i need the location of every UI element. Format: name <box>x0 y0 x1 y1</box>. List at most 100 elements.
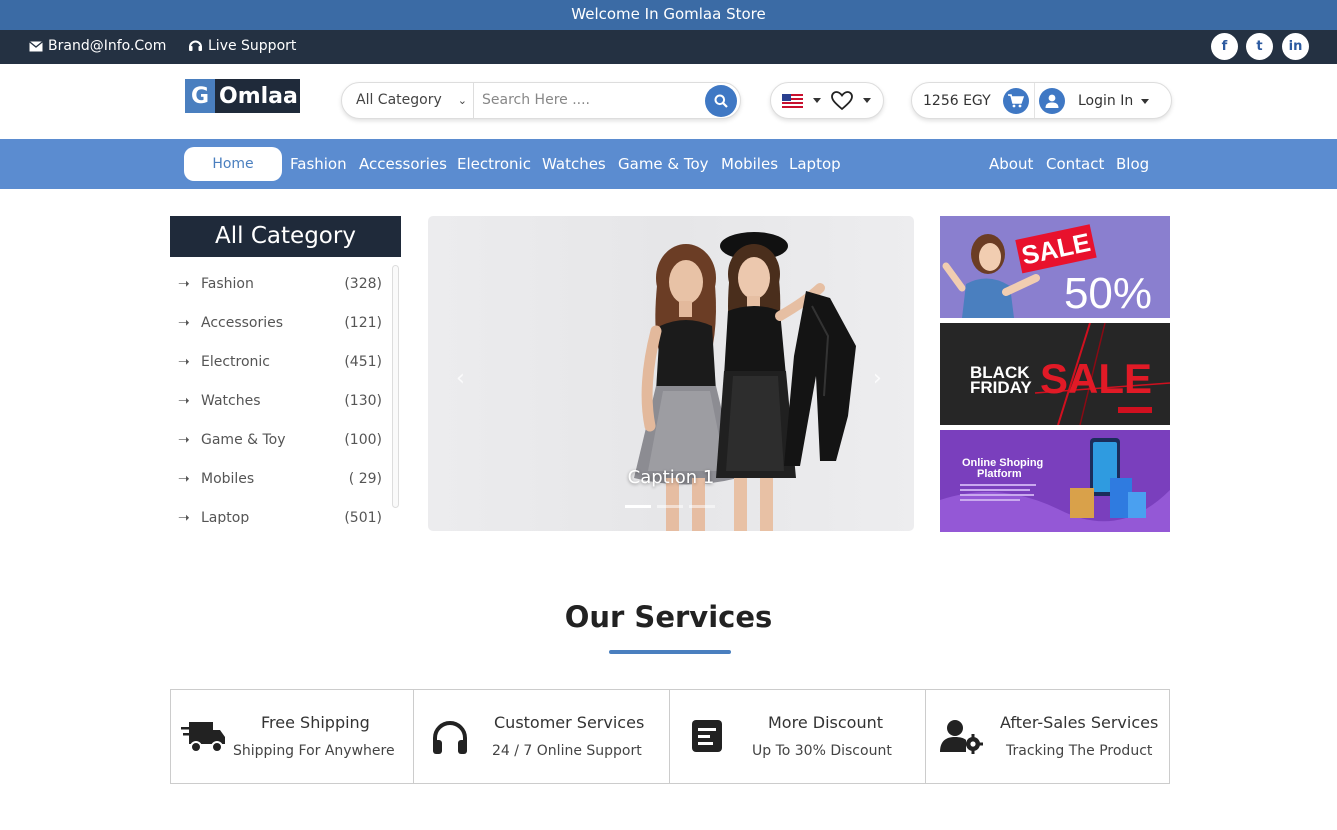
logo-text: Omlaa <box>219 83 298 109</box>
heart-icon[interactable] <box>831 91 853 111</box>
email-link[interactable]: Brand@Info.Com <box>29 38 166 54</box>
login-dropdown[interactable]: Login In <box>1078 93 1150 109</box>
nav-home[interactable]: Home <box>184 147 282 181</box>
category-select-value: All Category <box>356 92 442 108</box>
sale-promo-image: SALE 50% <box>942 224 1152 318</box>
carousel-next-button[interactable]: › <box>873 366 882 391</box>
category-item[interactable]: ➝ Game & Toy (100) <box>170 432 390 456</box>
carousel-indicator[interactable] <box>689 505 715 508</box>
category-name: Fashion <box>201 276 254 292</box>
service-subtitle: 24 / 7 Online Support <box>492 743 642 759</box>
linkedin-icon[interactable]: in <box>1282 33 1309 60</box>
service-title: Customer Services <box>494 713 645 732</box>
service-subtitle: Up To 30% Discount <box>752 743 892 759</box>
category-count: (501) <box>344 510 382 524</box>
category-item[interactable]: ➝ Accessories (121) <box>170 315 390 339</box>
caret-down-icon[interactable] <box>863 98 871 103</box>
nav-link-accessories[interactable]: Accessories <box>359 139 447 189</box>
black-friday-sale-text: SALE <box>1040 355 1152 402</box>
arrow-right-icon: ➝ <box>178 510 190 524</box>
nav-link-watches[interactable]: Watches <box>542 139 606 189</box>
online-shopping-banner[interactable]: Online Shoping Platform <box>940 430 1170 532</box>
caret-down-icon <box>1141 98 1150 104</box>
nav-link-mobiles[interactable]: Mobiles <box>721 139 778 189</box>
category-name: Game & Toy <box>201 432 286 448</box>
category-scrollbar[interactable] <box>392 265 399 508</box>
cart-icon <box>1008 94 1024 108</box>
online-shopping-image: Online Shoping Platform <box>940 438 1170 532</box>
logo[interactable]: G Omlaa <box>185 79 300 113</box>
divider <box>1034 83 1035 118</box>
service-title: After-Sales Services <box>1000 713 1159 732</box>
sale-tag-text: SALE <box>1019 227 1093 271</box>
services-row: Free Shipping Shipping For Anywhere Cust… <box>170 689 1170 784</box>
login-label: Login In <box>1078 93 1134 109</box>
services-title: Our Services <box>564 600 773 634</box>
category-name: Accessories <box>201 315 284 331</box>
service-title: Free Shipping <box>261 713 370 732</box>
service-card: Free Shipping Shipping For Anywhere <box>171 690 414 783</box>
black-friday-banner[interactable]: BLACK FRIDAY SALE <box>940 323 1170 425</box>
twitter-icon[interactable]: t <box>1246 33 1273 60</box>
sidebar-title: All Category <box>170 216 401 257</box>
category-name: Mobiles <box>201 471 255 487</box>
nav-link-contact[interactable]: Contact <box>1046 139 1104 189</box>
black-friday-image: BLACK FRIDAY SALE <box>970 323 1170 425</box>
search-input[interactable]: Search Here .... <box>482 83 590 118</box>
arrow-right-icon: ➝ <box>178 471 190 487</box>
nav-link-laptop[interactable]: Laptop <box>789 139 841 189</box>
hero-carousel: ‹ › Caption 1 <box>428 216 914 531</box>
cart-account-pill: 1256 EGY Login In <box>911 82 1172 119</box>
avatar[interactable] <box>1039 88 1065 114</box>
title-underline <box>609 650 731 654</box>
nav-link-electronic[interactable]: Electronic <box>457 139 531 189</box>
arrow-right-icon: ➝ <box>178 432 190 448</box>
main-nav: Home Fashion Accessories Electronic Watc… <box>0 139 1337 189</box>
welcome-bar: Welcome In Gomlaa Store <box>0 0 1337 30</box>
document-icon <box>692 720 722 752</box>
online-line2-text: Platform <box>977 468 1022 480</box>
nav-link-about[interactable]: About <box>989 139 1033 189</box>
category-item[interactable]: ➝ Mobiles ( 29) <box>170 471 390 495</box>
carousel-indicator[interactable] <box>625 505 651 508</box>
email-text: Brand@Info.Com <box>48 38 167 54</box>
us-flag-icon[interactable] <box>782 94 803 108</box>
facebook-icon[interactable]: f <box>1211 33 1238 60</box>
envelope-icon <box>29 40 43 51</box>
user-icon <box>1045 94 1059 108</box>
sale-percent-text: 50% <box>1064 269 1152 318</box>
nav-link-game-toy[interactable]: Game & Toy <box>618 139 709 189</box>
friday-text: FRIDAY <box>970 378 1032 397</box>
category-item[interactable]: ➝ Fashion (328) <box>170 276 390 300</box>
category-item[interactable]: ➝ Watches (130) <box>170 393 390 417</box>
arrow-right-icon: ➝ <box>178 393 190 409</box>
category-item[interactable]: ➝ Electronic (451) <box>170 354 390 378</box>
category-count: (130) <box>344 393 382 409</box>
support-text: Live Support <box>208 38 297 54</box>
category-count: (100) <box>344 432 382 448</box>
category-name: Watches <box>201 393 261 409</box>
category-list: ➝ Fashion (328) ➝ Accessories (121) ➝ El… <box>170 262 401 524</box>
category-item[interactable]: ➝ Laptop (501) <box>170 510 390 524</box>
arrow-right-icon: ➝ <box>178 315 190 331</box>
nav-link-blog[interactable]: Blog <box>1116 139 1149 189</box>
category-select[interactable]: All Category ⌄ <box>342 83 474 118</box>
sale-banner[interactable]: SALE 50% <box>940 216 1170 318</box>
lang-wishlist-pill <box>770 82 884 119</box>
search-button[interactable] <box>705 85 737 117</box>
nav-link-fashion[interactable]: Fashion <box>290 139 347 189</box>
live-support-link[interactable]: Live Support <box>188 38 296 54</box>
chevron-down-icon: ⌄ <box>457 94 467 107</box>
service-subtitle: Tracking The Product <box>1006 743 1153 759</box>
cart-button[interactable] <box>1003 88 1029 114</box>
carousel-prev-button[interactable]: ‹ <box>456 366 465 391</box>
carousel-caption: Caption 1 <box>627 467 715 488</box>
user-gear-icon <box>940 720 983 754</box>
category-count: (121) <box>344 315 382 331</box>
category-name: Laptop <box>201 510 250 524</box>
logo-letter: G <box>185 79 215 113</box>
carousel-indicator[interactable] <box>657 505 683 508</box>
cart-amount: 1256 EGY <box>923 93 991 109</box>
caret-down-icon[interactable] <box>813 98 821 103</box>
truck-icon <box>181 722 225 753</box>
